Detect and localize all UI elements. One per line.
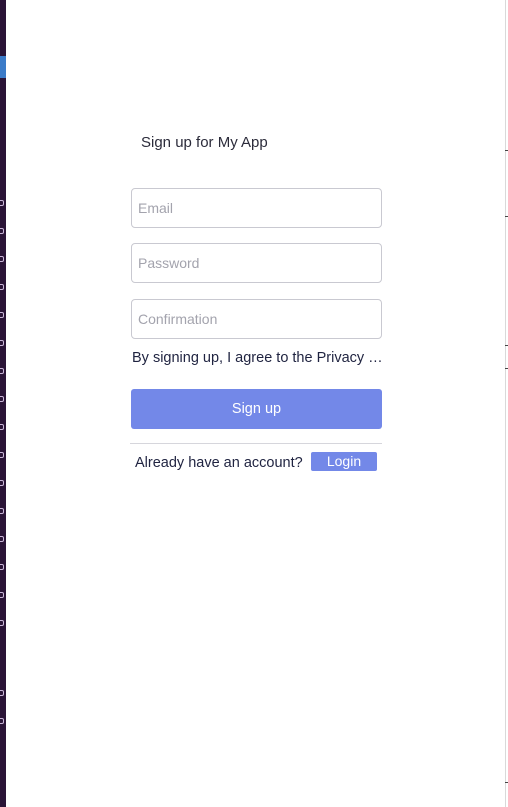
lock-icon — [0, 508, 4, 514]
password-field[interactable] — [131, 243, 382, 283]
signup-button[interactable]: Sign up — [131, 389, 382, 429]
lock-icon — [0, 396, 4, 402]
login-button[interactable]: Login — [311, 452, 377, 471]
lock-icon — [0, 200, 4, 206]
lock-icon — [0, 256, 4, 262]
lock-icon — [0, 564, 4, 570]
already-have-account-text: Already have an account? — [135, 455, 303, 471]
lock-icon — [0, 536, 4, 542]
lock-icon — [0, 228, 4, 234]
lock-icon — [0, 368, 4, 374]
lock-icon — [0, 480, 4, 486]
page-title: Sign up for My App — [141, 134, 268, 151]
lock-icon — [0, 284, 4, 290]
terms-agreement-text: By signing up, I agree to the Privacy Po… — [132, 350, 383, 366]
lock-icon — [0, 690, 4, 696]
confirmation-field[interactable] — [131, 299, 382, 339]
email-field[interactable] — [131, 188, 382, 228]
app-window: Sign up for My App By signing up, I agre… — [0, 0, 508, 807]
lock-icon — [0, 620, 4, 626]
background-window-highlight — [0, 56, 6, 78]
lock-icon — [0, 452, 4, 458]
lock-icon — [0, 592, 4, 598]
lock-icon — [0, 424, 4, 430]
background-window-edge — [0, 0, 6, 807]
lock-icon — [0, 718, 4, 724]
lock-icon — [0, 312, 4, 318]
divider — [130, 443, 382, 444]
lock-icon — [0, 340, 4, 346]
